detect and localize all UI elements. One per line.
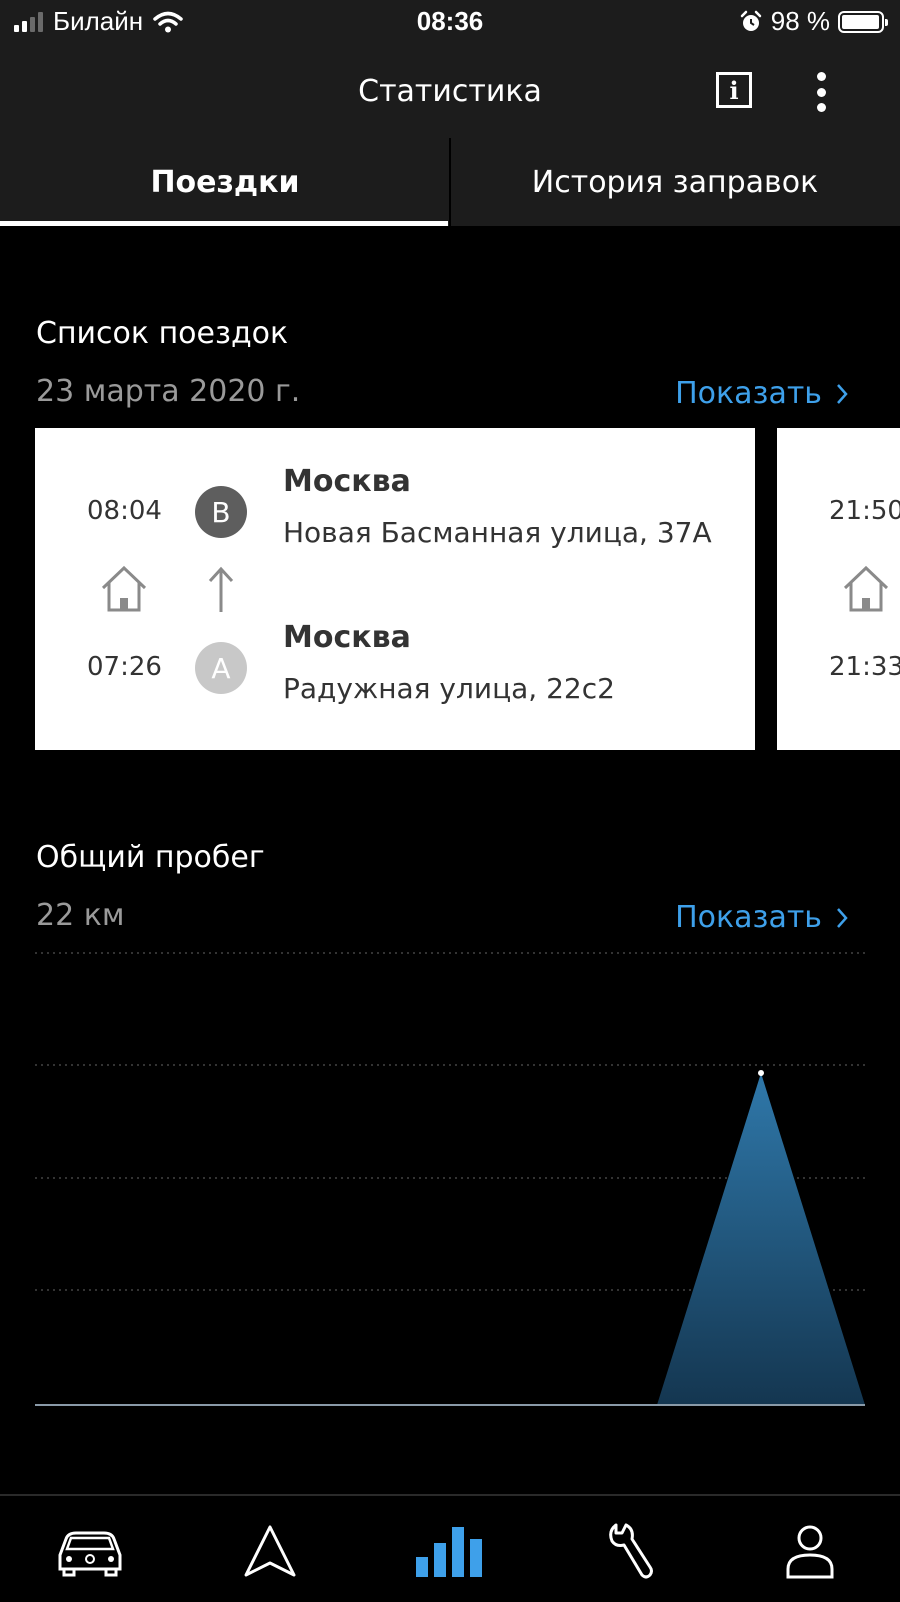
- car-icon: [58, 1531, 122, 1577]
- chevron-right-icon: [837, 383, 848, 404]
- wrench-icon: [609, 1523, 653, 1579]
- trip-start-time: 07:26: [87, 652, 162, 682]
- origin-city: Москва: [283, 620, 411, 655]
- trips-section-title: Список поездок: [36, 316, 289, 351]
- trips-show-label: Показать: [675, 376, 822, 411]
- trip-card[interactable]: 08:04 B Москва Новая Басманная улица, 37…: [35, 428, 755, 750]
- home-icon: [843, 565, 889, 612]
- mileage-show-label: Показать: [675, 900, 822, 935]
- app-header: Статистика i: [0, 46, 900, 138]
- mileage-value: 22 км: [36, 898, 125, 933]
- mileage-chart: [35, 952, 865, 1406]
- destination-city: Москва: [283, 464, 411, 499]
- trip-end-time: 08:04: [87, 496, 162, 526]
- chevron-right-icon: [837, 907, 848, 928]
- destination-street: Новая Басманная улица, 37А: [283, 516, 712, 549]
- status-bar: Билайн 08:36 98 %: [0, 0, 900, 46]
- statistics-icon: [416, 1527, 482, 1577]
- home-icon: [101, 565, 147, 612]
- mileage-peak-point: [758, 1070, 764, 1076]
- mileage-show-link[interactable]: Показать: [675, 900, 848, 935]
- battery-icon: [838, 10, 888, 33]
- origin-badge: A: [195, 642, 247, 694]
- mileage-peak-area: [657, 1073, 865, 1405]
- arrow-up-icon: [208, 566, 234, 612]
- nav-service[interactable]: [590, 1516, 670, 1586]
- page-title: Статистика: [358, 74, 542, 109]
- tab-refuel-history[interactable]: История заправок: [450, 138, 900, 226]
- nav-car[interactable]: [50, 1516, 130, 1586]
- nav-navigation[interactable]: [230, 1516, 310, 1586]
- more-vertical-icon[interactable]: [810, 72, 832, 112]
- bottom-nav: [0, 1494, 900, 1602]
- navigation-icon: [244, 1525, 296, 1577]
- nav-profile[interactable]: [770, 1516, 850, 1586]
- next-trip-start-time: 21:33: [829, 652, 900, 682]
- info-icon[interactable]: i: [716, 72, 752, 108]
- destination-badge: B: [195, 486, 247, 538]
- nav-statistics[interactable]: [410, 1516, 490, 1586]
- trips-show-link[interactable]: Показать: [675, 376, 848, 411]
- tab-bar: Поездки История заправок: [0, 138, 900, 226]
- battery-percent: 98 %: [770, 6, 830, 36]
- trips-date: 23 марта 2020 г.: [36, 374, 301, 409]
- alarm-icon: [740, 10, 761, 31]
- profile-icon: [786, 1525, 834, 1579]
- next-trip-end-time: 21:50: [829, 496, 900, 526]
- mileage-section-title: Общий пробег: [36, 840, 265, 875]
- next-trip-card[interactable]: 21:50 21:33: [777, 428, 900, 750]
- origin-street: Радужная улица, 22с2: [283, 672, 615, 705]
- status-right: 98 %: [739, 6, 888, 37]
- tab-trips[interactable]: Поездки: [0, 138, 450, 226]
